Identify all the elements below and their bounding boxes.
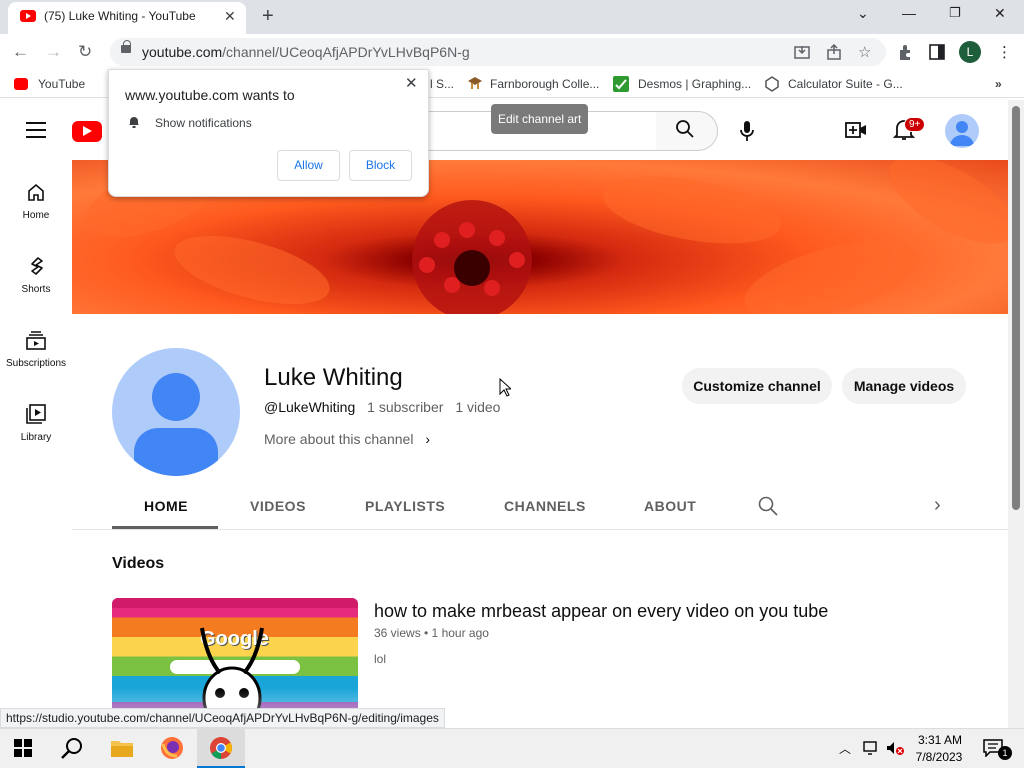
bookmark-farnborough[interactable]: Farnborough Colle... xyxy=(490,77,599,91)
url-text[interactable]: youtube.com/channel/UCeoqAfjAPDrYvLHvBqP… xyxy=(142,44,470,60)
manage-videos-button[interactable]: Manage videos xyxy=(842,368,966,404)
block-button[interactable]: Block xyxy=(349,150,412,181)
tabs-next-chevron-icon[interactable]: › xyxy=(934,494,941,517)
guide-label-library: Library xyxy=(20,432,52,443)
subscriptions-icon xyxy=(26,331,46,350)
channel-handle: @LukeWhiting xyxy=(264,399,356,415)
tab-title: (75) Luke Whiting - YouTube xyxy=(44,9,196,23)
channel-meta: @LukeWhiting 1 subscriber 1 video xyxy=(264,399,508,415)
tab-home[interactable]: HOME xyxy=(144,498,188,514)
extensions-icon[interactable] xyxy=(897,43,915,61)
channel-avatar[interactable] xyxy=(112,348,240,476)
windows-start-icon[interactable] xyxy=(14,739,32,757)
more-about-label: More about this channel xyxy=(264,431,414,447)
tab-channels[interactable]: CHANNELS xyxy=(504,498,586,514)
forward-icon[interactable]: → xyxy=(45,42,62,62)
microphone-icon[interactable] xyxy=(738,120,756,142)
minimize-icon[interactable]: — xyxy=(902,5,916,21)
bookmarks-overflow-icon[interactable]: » xyxy=(995,77,1002,91)
guide-item-library[interactable]: Library xyxy=(0,404,72,443)
tab-videos[interactable]: VIDEOS xyxy=(250,498,306,514)
bookmark-star-icon[interactable]: ☆ xyxy=(858,43,871,61)
youtube-bookmark-icon xyxy=(14,78,28,90)
install-icon[interactable] xyxy=(794,44,810,60)
volume-muted-icon[interactable] xyxy=(885,740,905,756)
guide-item-home[interactable]: Home xyxy=(0,182,72,221)
videos-section-title: Videos xyxy=(112,555,165,572)
subscriber-count: 1 subscriber xyxy=(367,399,444,415)
profile-avatar[interactable]: L xyxy=(959,41,981,63)
side-panel-icon[interactable] xyxy=(929,44,945,60)
guide-label-shorts: Shorts xyxy=(21,284,51,295)
lock-icon[interactable] xyxy=(121,40,131,53)
reload-icon[interactable]: ↻ xyxy=(78,42,92,62)
guide-item-shorts[interactable]: Shorts xyxy=(0,256,72,295)
browser-menu-icon[interactable]: ⋮ xyxy=(997,43,1012,61)
windows-search-icon[interactable] xyxy=(61,737,83,759)
bookmark-youtube[interactable]: YouTube xyxy=(38,77,85,91)
popup-title: www.youtube.com wants to xyxy=(125,87,295,103)
desmos-bookmark-icon xyxy=(613,76,629,92)
search-icon[interactable] xyxy=(676,120,694,138)
share-icon[interactable] xyxy=(826,44,842,60)
library-icon xyxy=(26,404,46,424)
status-bar-url: https://studio.youtube.com/channel/UCeoq… xyxy=(0,708,445,728)
edit-channel-art-tooltip: Edit channel art xyxy=(491,104,589,134)
tray-chevron-up-icon[interactable]: ︿ xyxy=(839,740,851,757)
more-about-channel-link[interactable]: More about this channel › xyxy=(264,431,430,447)
bookmark-desmos[interactable]: Desmos | Graphing... xyxy=(638,77,751,91)
scrollbar-thumb[interactable] xyxy=(1012,106,1020,510)
channel-avatar-silhouette-icon xyxy=(134,373,218,476)
popup-close-icon[interactable]: ✕ xyxy=(405,74,418,92)
tab-about[interactable]: ABOUT xyxy=(644,498,696,514)
video-title-link[interactable]: how to make mrbeast appear on every vide… xyxy=(374,601,828,622)
thumbnail-top-bar xyxy=(112,598,358,608)
restore-icon[interactable]: ❐ xyxy=(949,5,961,21)
youtube-logo-icon[interactable] xyxy=(72,121,102,142)
guide-label-home: Home xyxy=(22,210,50,221)
tab-playlists[interactable]: PLAYLISTS xyxy=(365,498,445,514)
action-center-badge: 1 xyxy=(998,746,1012,760)
popup-bell-icon xyxy=(129,117,139,128)
channel-name: Luke Whiting xyxy=(264,364,403,391)
bookmark-calculator[interactable]: Calculator Suite - G... xyxy=(788,77,903,91)
calculator-bookmark-icon xyxy=(765,76,779,92)
tabs-divider xyxy=(72,529,1008,530)
bookmark-truncated[interactable]: l S... xyxy=(430,77,454,91)
allow-button[interactable]: Allow xyxy=(277,150,340,181)
video-description: lol xyxy=(374,652,387,666)
back-icon[interactable]: ← xyxy=(12,42,29,62)
taskbar-time[interactable]: 3:31 AM xyxy=(917,733,963,747)
create-video-icon[interactable] xyxy=(845,120,867,140)
mouse-cursor-icon xyxy=(499,378,511,397)
account-avatar-silhouette-icon xyxy=(950,121,974,146)
url-host: youtube.com xyxy=(142,44,223,60)
firefox-icon[interactable] xyxy=(160,736,184,760)
url-path: /channel/UCeoqAfjAPDrYvLHvBqP6N-g xyxy=(222,44,470,60)
video-count: 1 video xyxy=(455,399,501,415)
file-explorer-icon[interactable] xyxy=(110,738,134,758)
home-icon xyxy=(28,183,44,201)
channel-search-icon[interactable] xyxy=(758,496,778,516)
video-meta: 36 views • 1 hour ago xyxy=(374,626,489,640)
youtube-favicon-icon xyxy=(20,10,36,22)
guide-item-subscriptions[interactable]: Subscriptions xyxy=(0,330,72,369)
taskbar-date[interactable]: 7/8/2023 xyxy=(913,750,965,764)
customize-channel-button[interactable]: Customize channel xyxy=(682,368,832,404)
chevron-right-icon: › xyxy=(425,431,430,447)
network-icon[interactable] xyxy=(862,740,880,756)
chrome-icon[interactable] xyxy=(209,736,233,760)
account-avatar[interactable] xyxy=(945,114,979,148)
shorts-icon xyxy=(31,257,43,275)
popup-message: Show notifications xyxy=(155,116,252,130)
tab-search-chevron-icon[interactable]: ⌄ xyxy=(857,5,869,22)
college-bookmark-icon xyxy=(468,77,482,89)
guide-menu-icon[interactable] xyxy=(26,122,46,143)
window-close-icon[interactable]: ✕ xyxy=(994,5,1006,22)
notification-count-badge: 9+ xyxy=(904,117,926,132)
close-tab-icon[interactable]: ✕ xyxy=(224,8,236,25)
guide-label-subscriptions: Subscriptions xyxy=(5,358,67,369)
new-tab-icon[interactable]: + xyxy=(262,5,274,28)
